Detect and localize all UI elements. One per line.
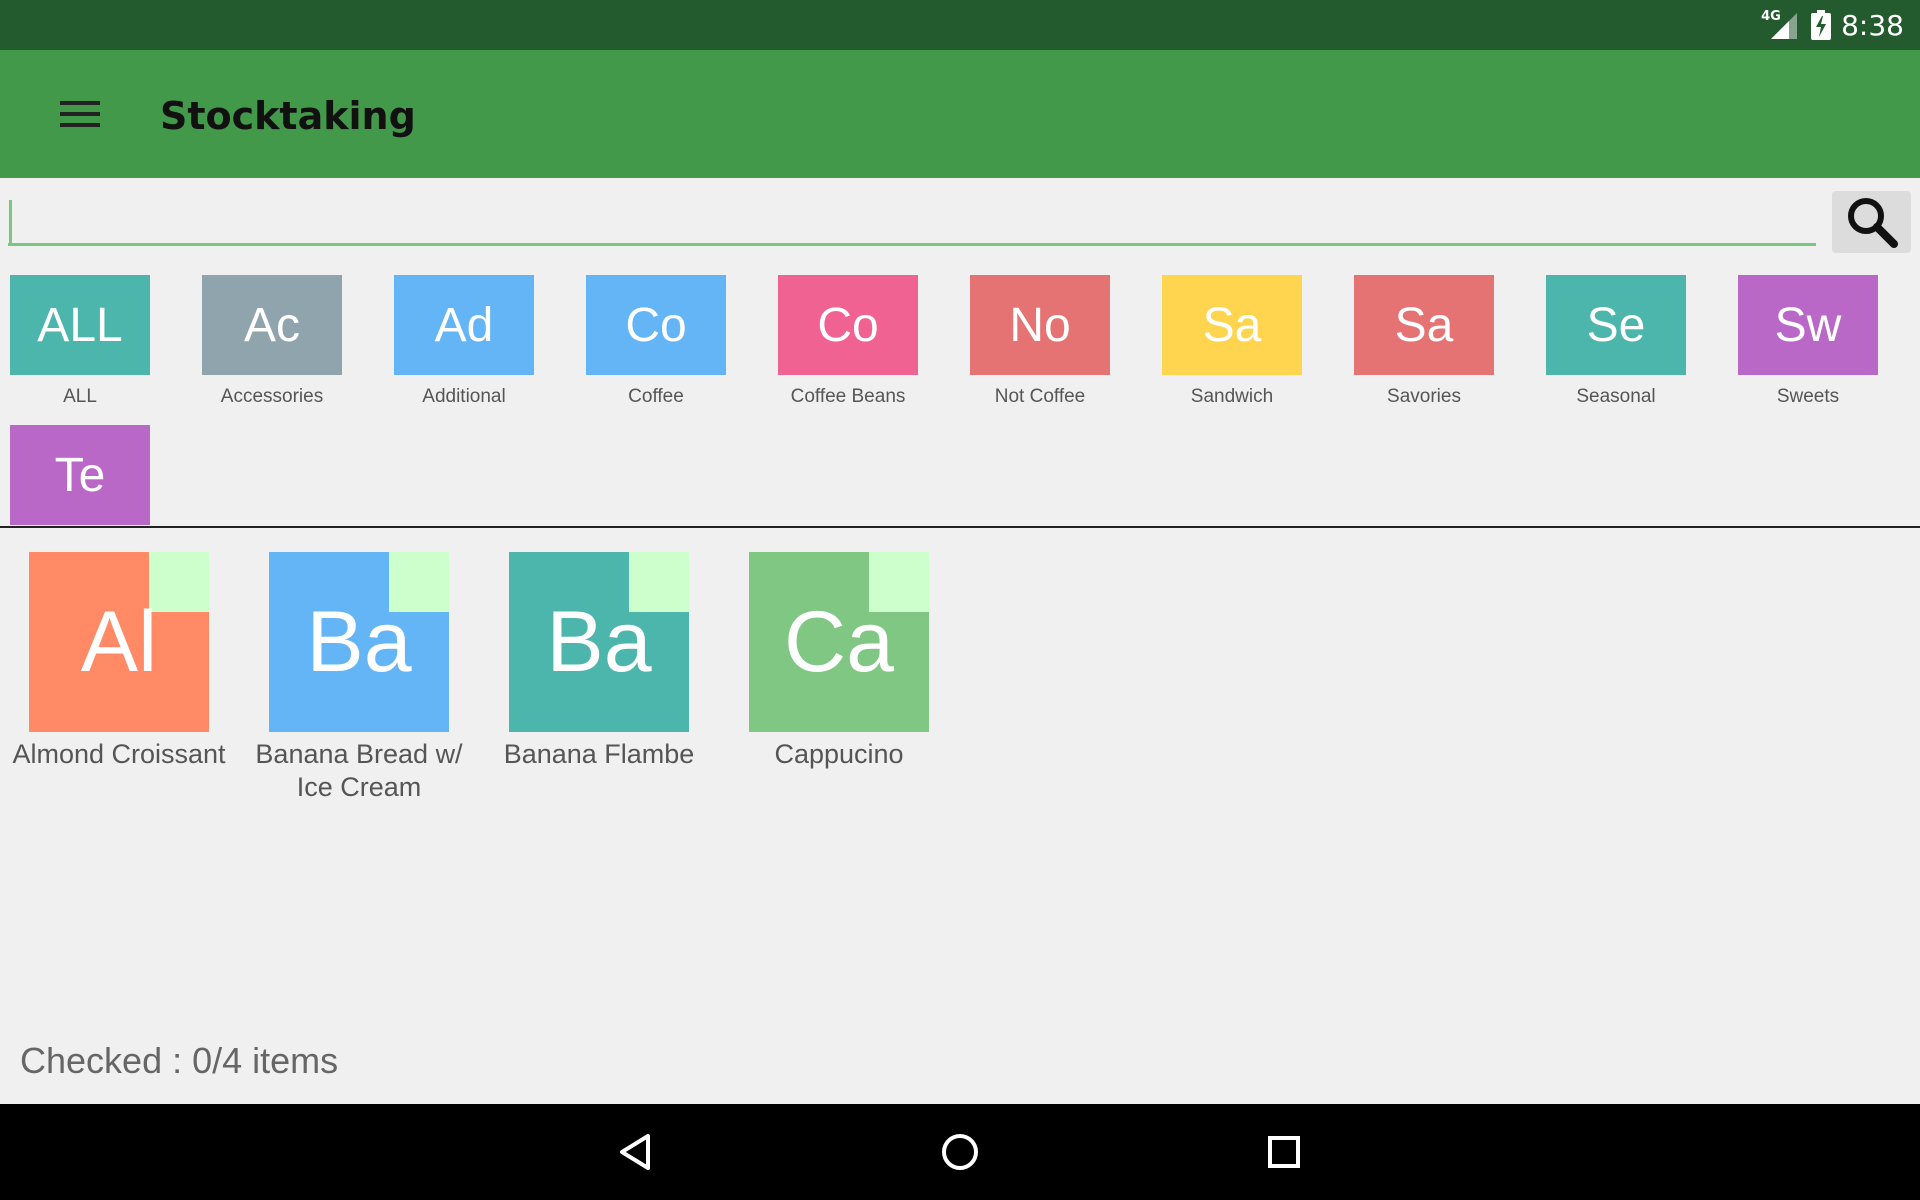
category-label: Not Coffee: [994, 386, 1086, 407]
category-tile: No: [970, 275, 1110, 375]
category-tile: Sw: [1738, 275, 1878, 375]
clock: 8:38: [1841, 8, 1904, 42]
category-tile: Sa: [1354, 275, 1494, 375]
text-caret: [9, 200, 12, 244]
checked-count: Checked : 0/4 items: [20, 1040, 339, 1081]
category-not-coffee[interactable]: No Not Coffee: [950, 275, 1130, 409]
category-tile: Ac: [202, 275, 342, 375]
item-abbreviation: Ba: [546, 593, 652, 690]
category-te[interactable]: Te: [0, 425, 170, 525]
category-label: Savories: [1387, 386, 1461, 407]
category-sandwich[interactable]: Sa Sandwich: [1142, 275, 1322, 409]
item-name: Banana Bread w/ Ice Cream: [255, 739, 463, 802]
search-input[interactable]: [8, 196, 1816, 246]
signal-icon: 4G: [1761, 9, 1801, 41]
category-coffee[interactable]: Co Coffee: [566, 275, 746, 409]
item-tile: Al: [29, 552, 209, 732]
category-coffee-beans[interactable]: Co Coffee Beans: [758, 275, 938, 409]
category-label: Sandwich: [1190, 386, 1274, 407]
category-label: Seasonal: [1576, 386, 1656, 407]
divider: [0, 526, 1920, 528]
page-title: Stocktaking: [160, 94, 416, 138]
category-savories[interactable]: Sa Savories: [1334, 275, 1514, 409]
category-tile: Sa: [1162, 275, 1302, 375]
back-button[interactable]: [604, 1120, 668, 1184]
item-tile: Ba: [509, 552, 689, 732]
item-tile: Ca: [749, 552, 929, 732]
recents-icon: [1268, 1136, 1300, 1168]
menu-button[interactable]: [48, 85, 112, 143]
item-name: Almond Croissant: [12, 739, 226, 769]
navigation-bar: [0, 1104, 1920, 1200]
category-label: Coffee: [628, 386, 684, 407]
category-tile: Se: [1546, 275, 1686, 375]
category-label: Coffee Beans: [790, 386, 906, 407]
item-card[interactable]: Ca Cappucino: [724, 552, 954, 771]
category-sweets[interactable]: Sw Sweets: [1718, 275, 1898, 409]
item-card[interactable]: Ba Banana Flambe: [484, 552, 714, 771]
item-card[interactable]: Ba Banana Bread w/ Ice Cream: [244, 552, 474, 804]
item-name: Cappucino: [774, 739, 904, 769]
back-icon: [620, 1134, 650, 1170]
app-bar: Stocktaking: [0, 50, 1920, 178]
category-all[interactable]: ALL ALL: [0, 275, 170, 409]
item-abbreviation: Al: [80, 593, 158, 690]
category-additional[interactable]: Ad Additional: [374, 275, 554, 409]
category-label: Accessories: [220, 386, 324, 407]
category-seasonal[interactable]: Se Seasonal: [1526, 275, 1706, 409]
hamburger-icon: [60, 101, 100, 127]
item-abbreviation: Ba: [306, 593, 412, 690]
category-accessories[interactable]: Ac Accessories: [182, 275, 362, 409]
item-card[interactable]: Al Almond Croissant: [4, 552, 234, 771]
status-icons: 4G 8:38: [1761, 0, 1904, 50]
category-tile: Ad: [394, 275, 534, 375]
status-bar: 4G 8:38: [0, 0, 1920, 50]
category-label: ALL: [63, 386, 97, 407]
item-name: Banana Flambe: [503, 739, 695, 769]
category-label: Sweets: [1776, 386, 1840, 407]
battery-charging-icon: [1811, 10, 1832, 40]
search-icon: [1847, 198, 1898, 248]
category-label: Additional: [422, 386, 506, 407]
category-tile: Co: [586, 275, 726, 375]
category-tile: Te: [10, 425, 150, 525]
search-button[interactable]: [1832, 191, 1911, 253]
category-tile: ALL: [10, 275, 150, 375]
item-checkbox[interactable]: [149, 552, 209, 612]
item-tile: Ba: [269, 552, 449, 732]
item-abbreviation: Ca: [784, 593, 894, 690]
recents-button[interactable]: [1252, 1120, 1316, 1184]
home-button[interactable]: [928, 1120, 992, 1184]
home-icon: [942, 1134, 978, 1170]
category-tile: Co: [778, 275, 918, 375]
